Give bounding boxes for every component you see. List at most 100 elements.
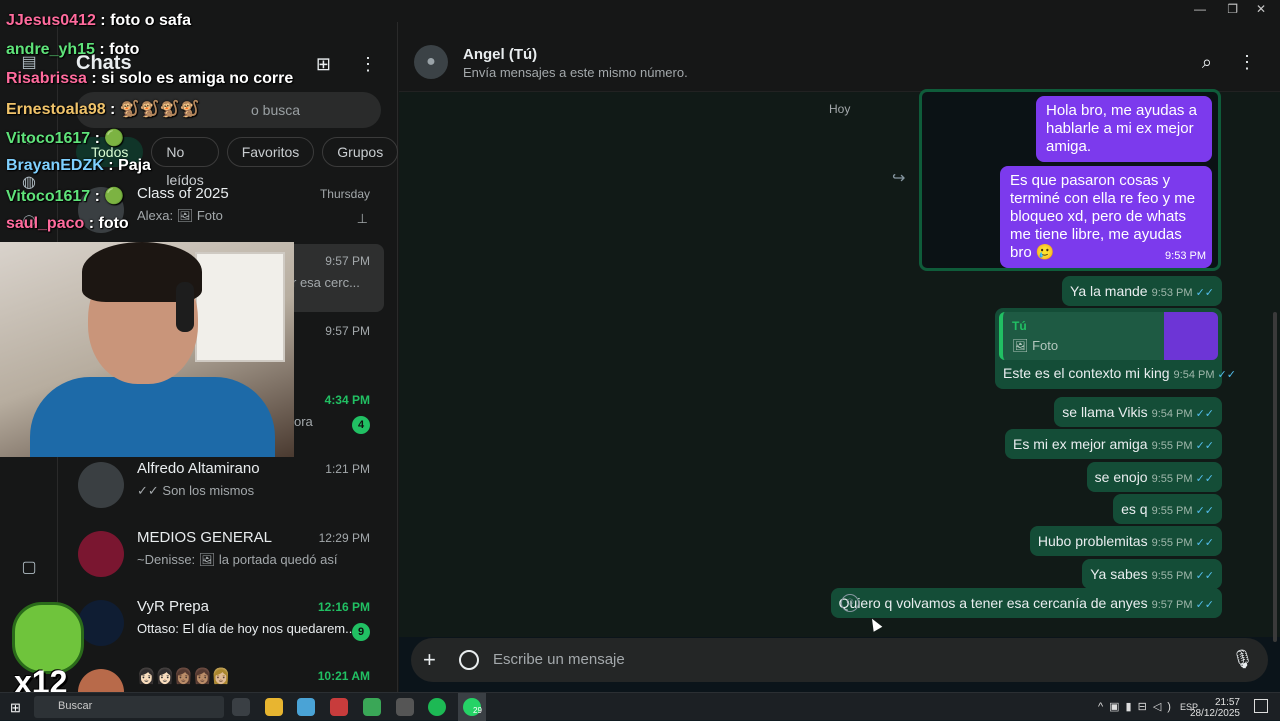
- feedback-icon[interactable]: ▢: [18, 557, 40, 579]
- message-bubble[interactable]: Ya sabes 9:55 PM ✓✓: [1082, 559, 1222, 589]
- stream-chat-overlay: JJesus0412 : foto o safa andre_yh15 : fo…: [6, 12, 306, 244]
- whatsapp-badge: 29: [473, 706, 482, 715]
- chat-row[interactable]: 👩🏻👩🏻👩🏽👩🏽👩🏼 10:21 AM: [58, 659, 398, 692]
- task-view-icon[interactable]: [232, 698, 250, 716]
- read-ticks-icon: ✓✓: [1195, 599, 1214, 611]
- day-label: Hoy: [829, 102, 851, 116]
- spotify-icon[interactable]: [428, 698, 446, 716]
- sticker-icon[interactable]: [459, 650, 479, 670]
- message-text: Ya sabes: [1090, 566, 1148, 582]
- read-ticks-icon: ✓✓: [1195, 440, 1214, 452]
- message-input[interactable]: Escribe un mensaje: [493, 651, 625, 668]
- notification-icon[interactable]: [1254, 699, 1268, 713]
- contact-subtitle: Envía mensajes a este mismo número.: [463, 65, 688, 80]
- scrollbar[interactable]: [1273, 312, 1277, 642]
- message-time: 9:55 PM: [1151, 537, 1193, 549]
- chat-username: andre_yh15: [6, 41, 95, 58]
- read-ticks-icon: ✓✓: [1195, 505, 1214, 517]
- read-ticks-icon: ✓✓: [1195, 537, 1214, 549]
- react-emoji-icon[interactable]: ☺: [841, 594, 859, 612]
- emote-icon: 🟢: [104, 130, 125, 147]
- maximize-button[interactable]: ❐: [1227, 2, 1238, 16]
- quoted-message[interactable]: Tú 🖼 Foto: [999, 312, 1218, 360]
- microphone-icon[interactable]: 🎙: [1231, 649, 1254, 670]
- image-bubble: Hola bro, me ayudas a hablarle a mi ex m…: [1036, 96, 1212, 162]
- message-time: 9:55 PM: [1151, 570, 1193, 582]
- stream-chat-line: BrayanEDZK : Paja: [6, 157, 151, 174]
- clock[interactable]: 21:57 28/12/2025: [1190, 697, 1240, 719]
- stream-chat-line: Risabrissa : si solo es amiga no corre: [6, 70, 294, 87]
- minimize-button[interactable]: —: [1194, 2, 1206, 16]
- unread-badge: 4: [352, 416, 370, 434]
- stream-chat-line: saul_paco : foto: [6, 215, 129, 232]
- stream-chat-line: Ernestoala98 : 🐒🐒🐒🐒: [6, 101, 200, 118]
- kebab-menu-icon[interactable]: ⋮: [1238, 52, 1256, 73]
- message-text: Quiero q volvamos a tener esa cercanía d…: [838, 595, 1148, 611]
- notepad-icon[interactable]: [297, 698, 315, 716]
- chat-name: Alfredo Altamirano: [137, 460, 260, 477]
- chat-preview: ora: [294, 414, 313, 429]
- message-bubble[interactable]: es q 9:55 PM ✓✓: [1113, 494, 1222, 524]
- close-button[interactable]: ✕: [1256, 2, 1266, 16]
- chat-time: Thursday: [319, 187, 370, 201]
- avatar: [78, 462, 124, 508]
- contact-avatar-icon[interactable]: ●: [414, 45, 448, 79]
- reply-message[interactable]: Tú 🖼 Foto Este es el contexto mi king 9:5…: [995, 308, 1236, 389]
- chat-row[interactable]: VyR Prepa 12:16 PM Ottaso: El día de hoy…: [58, 590, 398, 658]
- chat-username: JJesus0412: [6, 12, 96, 29]
- chat-message: Paja: [118, 157, 151, 174]
- stream-chat-line: JJesus0412 : foto o safa: [6, 12, 191, 29]
- file-explorer-icon[interactable]: [265, 698, 283, 716]
- chat-time: 12:29 PM: [318, 531, 370, 545]
- chat-preview: Ottaso: El día de hoy nos quedarem...: [137, 621, 352, 636]
- quoted-text: 🖼 Foto: [1012, 338, 1059, 353]
- read-ticks-icon: ✓✓: [1217, 369, 1236, 381]
- message-bubble[interactable]: Quiero q volvamos a tener esa cercanía d…: [830, 588, 1222, 618]
- attach-plus-icon[interactable]: +: [423, 647, 436, 673]
- emote-row: 🐒🐒🐒🐒: [119, 101, 200, 118]
- whatsapp-taskbar-button[interactable]: 29: [458, 693, 486, 721]
- unread-badge: 9: [352, 623, 370, 641]
- message-time: 9:53 PM: [1151, 287, 1193, 299]
- emote-overlay: x12: [8, 602, 90, 700]
- message-bubble[interactable]: Es mi ex mejor amiga 9:55 PM ✓✓: [1005, 429, 1222, 459]
- chat-row[interactable]: Alfredo Altamirano 1:21 PM ✓✓ Son los mi…: [58, 452, 398, 520]
- taskbar-search[interactable]: Buscar: [34, 696, 224, 718]
- message-bubble[interactable]: Hubo problemitas 9:55 PM ✓✓: [1029, 526, 1222, 556]
- chat-time: 12:16 PM: [317, 600, 370, 614]
- forward-icon[interactable]: ↪: [892, 168, 905, 188]
- chat-time: 1:21 PM: [325, 462, 370, 476]
- chrome-icon[interactable]: [363, 698, 381, 716]
- chat-row[interactable]: MEDIOS GENERAL 12:29 PM ~Denisse: 🖼 la p…: [58, 521, 398, 589]
- emote-icon: 🟢: [104, 188, 125, 205]
- chat-time: 9:57 PM: [325, 254, 370, 268]
- message-time: 9:55 PM: [1151, 440, 1193, 452]
- search-icon[interactable]: ⌕: [1202, 52, 1212, 73]
- image-message[interactable]: Hola bro, me ayudas a hablarle a mi ex m…: [919, 89, 1221, 271]
- taskbar-search-label: Buscar: [58, 700, 93, 712]
- filter-grupos[interactable]: Grupos: [322, 137, 399, 167]
- message-bubble[interactable]: se llama Vikis 9:54 PM ✓✓: [1054, 397, 1222, 427]
- message-bubble[interactable]: Ya la mande 9:53 PM ✓✓: [1062, 276, 1222, 306]
- chat-message: foto o safa: [110, 12, 191, 29]
- avatar: [78, 531, 124, 577]
- chat-time: 10:21 AM: [317, 669, 370, 683]
- kebab-menu-icon[interactable]: ⋮: [359, 54, 377, 75]
- chat-name: 👩🏻👩🏻👩🏽👩🏽👩🏼: [137, 668, 231, 685]
- background-shelf: [195, 252, 285, 362]
- new-chat-icon[interactable]: ⊞: [316, 54, 331, 75]
- streamer-shirt: [30, 377, 275, 457]
- conversation-header[interactable]: ● Angel (Tú) Envía mensajes a este mismo…: [399, 22, 1280, 92]
- chat-name: MEDIOS GENERAL: [137, 529, 273, 546]
- contact-name: Angel (Tú): [463, 46, 538, 63]
- app-icon[interactable]: [330, 698, 348, 716]
- chat-preview: ~Denisse: 🖼 la portada quedó así: [137, 552, 338, 567]
- stream-chat-line: andre_yh15 : foto: [6, 41, 140, 58]
- chat-time: 9:57 PM: [325, 324, 370, 338]
- chat-message: si solo es amiga no corre: [101, 70, 294, 87]
- system-tray-icons[interactable]: ^▣▮⊟◁): [1098, 700, 1177, 713]
- message-bubble[interactable]: se enojo 9:55 PM ✓✓: [1086, 462, 1222, 492]
- windows-start-icon[interactable]: ⊞: [10, 700, 21, 716]
- pin-icon: ⊥: [356, 211, 368, 226]
- obs-icon[interactable]: [396, 698, 414, 716]
